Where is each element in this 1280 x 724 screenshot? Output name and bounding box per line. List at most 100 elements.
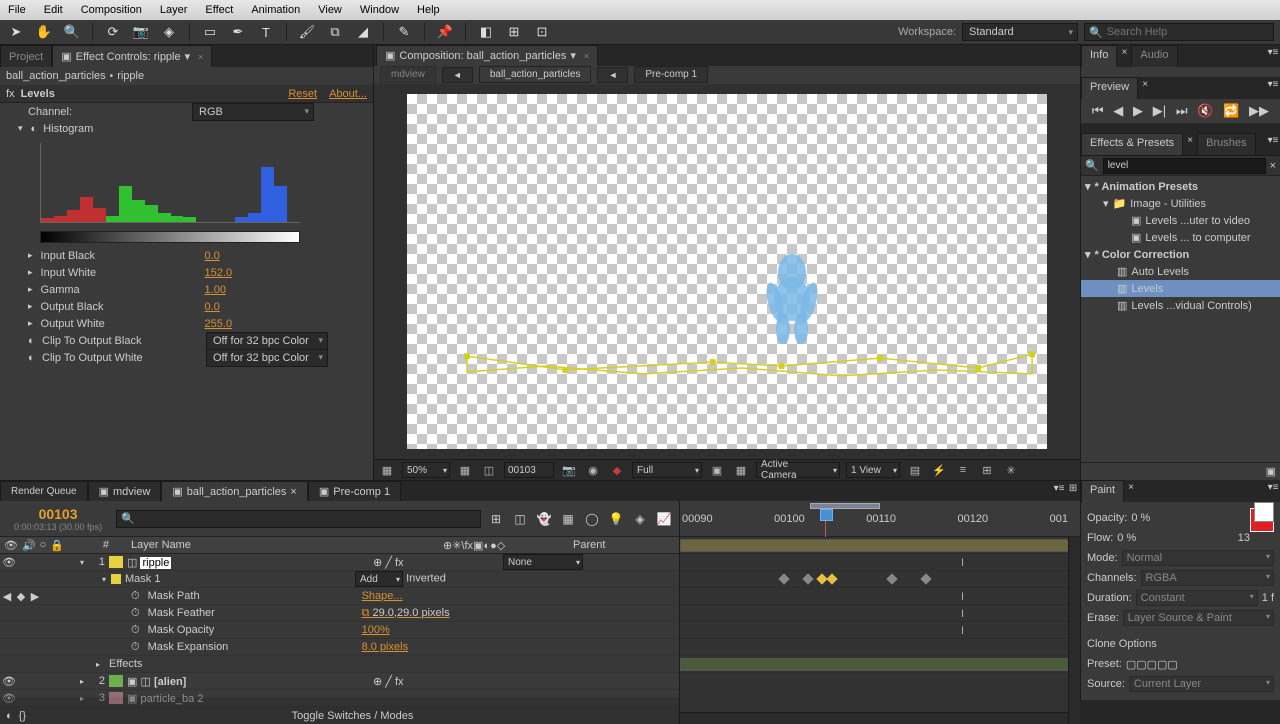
mask-inverted-label[interactable]: Inverted — [406, 573, 446, 585]
zoom-tool-icon[interactable]: 🔍 — [62, 23, 82, 41]
close-icon[interactable]: × — [1124, 480, 1138, 494]
view-axis-icon[interactable]: ⊡ — [532, 23, 552, 41]
close-icon[interactable]: × — [1117, 45, 1131, 59]
mask-row[interactable]: ▾ Mask 1 Add Inverted — [0, 571, 679, 588]
output-gradient-slider[interactable] — [40, 231, 300, 243]
close-icon[interactable]: × — [584, 51, 589, 61]
source-dropdown[interactable]: Current Layer — [1129, 676, 1274, 692]
mask-opacity-value[interactable]: 100% — [362, 624, 390, 636]
brush-tool-icon[interactable]: 🖌 — [297, 23, 317, 41]
panel-menu-icon[interactable]: ▾≡ — [1266, 480, 1280, 494]
mask-opacity-row[interactable]: ⏱ Mask Opacity 100% — [0, 622, 679, 639]
effects-row[interactable]: ▸ Effects — [0, 656, 679, 673]
panel-menu-icon[interactable]: ▾≡ — [1266, 133, 1280, 147]
flow-mdview[interactable]: mdview — [380, 66, 436, 83]
tab-effects-presets[interactable]: Effects & Presets — [1081, 133, 1183, 155]
visibility-toggle-icon[interactable]: 👁 — [0, 556, 18, 569]
play-icon[interactable]: ▶ — [1133, 103, 1143, 119]
channels-dropdown[interactable]: RGBA — [1141, 570, 1274, 586]
clone-stamp-tool-icon[interactable]: ⧉ — [325, 23, 345, 41]
auto-keyframe-icon[interactable]: ◈ — [631, 510, 649, 528]
text-tool-icon[interactable]: T — [256, 23, 276, 41]
channel-dropdown[interactable]: RGB — [192, 103, 314, 121]
layer-row-1[interactable]: 👁 ▾ 1 ◫ ripple ⊕ ╱ fx None — [0, 554, 679, 571]
label-color[interactable] — [109, 675, 123, 687]
timeline-search[interactable]: 🔍 — [116, 510, 481, 528]
flow-comp[interactable]: ball_action_particles — [479, 66, 592, 83]
tab-paint[interactable]: Paint — [1081, 480, 1124, 502]
erase-dropdown[interactable]: Layer Source & Paint — [1123, 610, 1274, 626]
stopwatch-icon[interactable]: ⏱ — [131, 590, 140, 603]
mode-dropdown[interactable]: Normal — [1122, 550, 1274, 566]
opacity-value[interactable]: 0 % — [1131, 512, 1150, 524]
close-icon[interactable]: × — [198, 52, 203, 62]
stopwatch-icon[interactable]: ⏱ — [131, 641, 140, 654]
graph-editor-icon[interactable]: 📈 — [655, 510, 673, 528]
last-frame-icon[interactable]: ⏭ — [1176, 103, 1188, 119]
hide-shy-icon[interactable]: 👻 — [535, 510, 553, 528]
mask-feather-value[interactable]: ⧉ 29.0,29.0 pixels — [362, 607, 450, 620]
panel-menu-icon[interactable]: ▾≡ — [1266, 45, 1280, 59]
puppet-tool-icon[interactable]: 📌 — [435, 23, 455, 41]
effect-levels[interactable]: Levels — [1131, 283, 1163, 295]
effect-auto-levels[interactable]: Auto Levels — [1131, 266, 1188, 278]
mask-expansion-value[interactable]: 8.0 pixels — [362, 641, 408, 653]
rotate-tool-icon[interactable]: ⟳ — [103, 23, 123, 41]
tab-mdview[interactable]: ▣mdview — [88, 481, 162, 501]
parent-dropdown[interactable]: None — [503, 554, 583, 570]
frame-blend-icon[interactable]: ▦ — [559, 510, 577, 528]
camera-dropdown[interactable]: Active Camera — [756, 462, 840, 478]
tab-timeline-comp[interactable]: ▣ball_action_particles× — [161, 481, 308, 501]
tab-audio[interactable]: Audio — [1131, 45, 1177, 67]
snapshot-icon[interactable]: 📷 — [560, 462, 578, 478]
effect-levels-individual[interactable]: Levels ...vidual Controls) — [1131, 300, 1251, 312]
duration-dropdown[interactable]: Constant — [1136, 590, 1258, 606]
tab-precomp[interactable]: ▣Pre-comp 1 — [308, 481, 401, 501]
world-axis-icon[interactable]: ⊞ — [504, 23, 524, 41]
ram-preview-icon[interactable]: ▶▶ — [1249, 103, 1269, 119]
gamma-value[interactable]: 1.00 — [205, 284, 226, 296]
motion-blur-icon[interactable]: ◯ — [583, 510, 601, 528]
hand-tool-icon[interactable]: ✋ — [34, 23, 54, 41]
menu-layer[interactable]: Layer — [160, 4, 188, 16]
prev-key-icon[interactable]: ◀ — [3, 591, 11, 603]
close-icon[interactable]: × — [290, 486, 296, 498]
fast-preview-icon[interactable]: ⚡ — [930, 462, 948, 478]
menu-help[interactable]: Help — [417, 4, 440, 16]
menu-window[interactable]: Window — [360, 4, 399, 16]
tree-color-correction[interactable]: * Color Correction — [1095, 249, 1190, 261]
panel-menu-icon[interactable]: ▾≡ — [1052, 481, 1066, 495]
timeline-icon[interactable]: ≡ — [954, 462, 972, 478]
draft-3d-icon[interactable]: ◫ — [511, 510, 529, 528]
current-frame-input[interactable] — [504, 462, 554, 478]
about-button[interactable]: About... — [329, 88, 367, 100]
layer-name-input[interactable]: ripple — [140, 557, 171, 569]
duration-frames[interactable]: 1 f — [1262, 592, 1274, 604]
close-icon[interactable]: × — [1183, 133, 1197, 147]
search-help-field[interactable]: 🔍 — [1084, 23, 1274, 41]
roi-icon[interactable]: ▣ — [708, 462, 726, 478]
input-white-value[interactable]: 152.0 — [205, 267, 233, 279]
always-preview-icon[interactable]: ▦ — [378, 462, 396, 478]
menu-view[interactable]: View — [318, 4, 342, 16]
comp-flowchart-icon[interactable]: ⊞ — [978, 462, 996, 478]
effects-search-input[interactable] — [1103, 158, 1266, 174]
preset-levels-to-computer[interactable]: Levels ... to computer — [1145, 232, 1250, 244]
menu-file[interactable]: File — [8, 4, 26, 16]
panel-menu-icon[interactable]: ▾≡ — [1266, 77, 1280, 91]
pen-tool-icon[interactable]: ✒ — [228, 23, 248, 41]
input-black-value[interactable]: 0.0 — [205, 250, 220, 262]
flow-precomp[interactable]: Pre-comp 1 — [634, 66, 708, 83]
preset-levels-to-video[interactable]: Levels ...uter to video — [1145, 215, 1250, 227]
show-channel-icon[interactable]: ◉ — [584, 462, 602, 478]
clear-search-icon[interactable]: × — [1270, 160, 1276, 172]
menu-edit[interactable]: Edit — [44, 4, 63, 16]
selection-tool-icon[interactable]: ➤ — [6, 23, 26, 41]
mask-path-overlay[interactable] — [467, 352, 1037, 380]
resolution-dropdown[interactable]: Full — [632, 462, 702, 478]
flow-value[interactable]: 0 % — [1117, 532, 1136, 544]
menu-composition[interactable]: Composition — [81, 4, 142, 16]
tab-info[interactable]: Info — [1081, 45, 1117, 67]
tab-menu-icon[interactable]: ▾ — [185, 50, 191, 63]
mask-expansion-row[interactable]: ⏱ Mask Expansion 8.0 pixels — [0, 639, 679, 656]
